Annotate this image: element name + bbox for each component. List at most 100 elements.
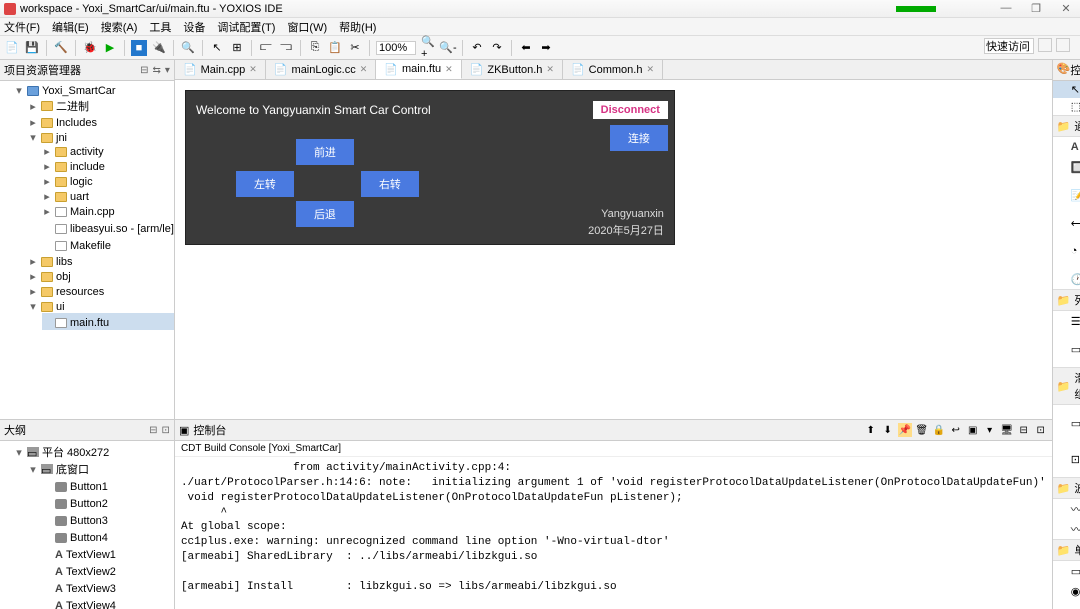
zoom-in-icon[interactable]: 🔍+ xyxy=(420,40,436,56)
tree-item[interactable]: libs xyxy=(56,256,73,268)
tree-item[interactable]: libeasyui.so - [arm/le] xyxy=(70,223,174,235)
palette-progress[interactable]: ◔圆形进度条 xyxy=(1053,233,1080,269)
minimize-button[interactable]: — xyxy=(996,2,1016,15)
align-right-icon[interactable]: ⫎ xyxy=(278,40,294,56)
menu-tools[interactable]: 工具 xyxy=(149,19,171,35)
palette-list[interactable]: ☰列表 xyxy=(1053,311,1080,331)
tree-item[interactable]: 二进制 xyxy=(56,98,89,114)
outline-tree[interactable]: ▾▭平台 480x272 ▾▭底窗口 Button1Button2Button3… xyxy=(0,441,174,609)
outline-window[interactable]: 底窗口 xyxy=(56,461,89,477)
close-button[interactable]: ✕ xyxy=(1056,2,1076,15)
palette-radio[interactable]: ▭单选组 xyxy=(1053,561,1080,581)
palette-wave[interactable]: 〰波形 xyxy=(1053,519,1080,539)
cursor-icon[interactable]: ↖ xyxy=(209,40,225,56)
menu-debug[interactable]: 调试配置(T) xyxy=(217,19,275,35)
build-icon[interactable]: 🔨 xyxy=(53,40,69,56)
console-max-icon[interactable]: ⊡ xyxy=(1034,423,1048,437)
palette-group-wave[interactable]: 📁波形图 xyxy=(1053,477,1080,499)
close-tab-icon[interactable]: ✕ xyxy=(249,64,257,75)
palette-wavechart[interactable]: 〰波形图 xyxy=(1053,499,1080,519)
palette-listsub[interactable]: ▭列表子项 xyxy=(1053,331,1080,367)
save-icon[interactable]: 💾 xyxy=(24,40,40,56)
console-new-icon[interactable]: ▾ xyxy=(983,423,997,437)
tree-item[interactable]: Includes xyxy=(56,117,97,129)
console-display-icon[interactable]: 🖥 xyxy=(1000,423,1014,437)
forward-button[interactable]: 前进 xyxy=(296,139,354,165)
console-down-icon[interactable]: ⬇ xyxy=(881,423,895,437)
close-tab-icon[interactable]: ✕ xyxy=(445,64,453,75)
editor-tab[interactable]: 📄mainLogic.cc✕ xyxy=(266,60,376,79)
palette-option[interactable]: ◉选项 xyxy=(1053,581,1080,601)
tree-item[interactable]: resources xyxy=(56,286,104,298)
grid-icon[interactable]: ⊞ xyxy=(229,40,245,56)
tree-item[interactable]: uart xyxy=(70,191,89,203)
palette-group-radio[interactable]: 📁单选组 xyxy=(1053,539,1080,561)
outline-item[interactable]: Button2 xyxy=(70,498,108,510)
menu-edit[interactable]: 编辑(E) xyxy=(52,19,89,35)
debug-icon[interactable]: 🐞 xyxy=(82,40,98,56)
palette-marquee[interactable]: ⬚Marquee xyxy=(1053,98,1080,115)
palette-scrollicon[interactable]: ⊡滑动窗口图标 xyxy=(1053,441,1080,477)
outline-item[interactable]: TextView2 xyxy=(66,566,116,578)
left-button[interactable]: 左转 xyxy=(236,171,294,197)
outline-min-icon[interactable]: ⊟ xyxy=(149,425,157,436)
outline-item[interactable]: TextView4 xyxy=(66,600,116,609)
palette-group-scroll[interactable]: 📁滑动窗口组 xyxy=(1053,367,1080,405)
palette-meter[interactable]: 🕐仪表 xyxy=(1053,269,1080,289)
tree-item[interactable]: jni xyxy=(56,132,67,144)
palette-button[interactable]: 🔲按键 xyxy=(1053,157,1080,177)
undo-icon[interactable]: ↶ xyxy=(469,40,485,56)
quick-access-input[interactable] xyxy=(984,38,1034,54)
outline-item[interactable]: Button3 xyxy=(70,515,108,527)
canvas[interactable]: Welcome to Yangyuanxin Smart Car Control… xyxy=(175,80,1052,419)
perspective-button-2[interactable] xyxy=(1056,38,1070,52)
right-button[interactable]: 右转 xyxy=(361,171,419,197)
console-pin-icon[interactable]: 📌 xyxy=(898,423,912,437)
editor-tab[interactable]: 📄main.ftu✕ xyxy=(376,60,461,79)
console-terminal-icon[interactable]: ▣ xyxy=(966,423,980,437)
outline-max-icon[interactable]: ⊡ xyxy=(162,425,170,436)
palette-group-list[interactable]: 📁列表组 xyxy=(1053,289,1080,311)
link-icon[interactable]: ⇆ xyxy=(153,65,161,76)
outline-item[interactable]: TextView1 xyxy=(66,549,116,561)
delete-icon[interactable]: ✂ xyxy=(347,40,363,56)
preview-window[interactable]: Welcome to Yangyuanxin Smart Car Control… xyxy=(185,90,675,245)
tree-item[interactable]: ui xyxy=(56,301,65,313)
run-icon[interactable]: ▶ xyxy=(102,40,118,56)
tree-item[interactable]: include xyxy=(70,161,105,173)
project-tree[interactable]: ▾Yoxi_SmartCar ▸二进制 ▸Includes ▾jni ▸acti… xyxy=(0,81,174,419)
palette[interactable]: ↖Select ⬚Marquee 📁通用 A文本 🔲按键 📝编辑/输入框 ⟷滑块… xyxy=(1053,81,1080,609)
menu-file[interactable]: 文件(F) xyxy=(4,19,40,35)
console-output[interactable]: from activity/mainActivity.cpp:4: ./uart… xyxy=(175,457,1052,609)
menu-icon[interactable]: ▾ xyxy=(165,65,170,76)
paste-icon[interactable]: 📋 xyxy=(327,40,343,56)
palette-scrollmain[interactable]: ▭滑动主窗口 xyxy=(1053,405,1080,441)
console-up-icon[interactable]: ⬆ xyxy=(864,423,878,437)
collapse-icon[interactable]: ⊟ xyxy=(140,65,148,76)
stop-icon[interactable]: ■ xyxy=(131,40,147,56)
tree-item[interactable]: Main.cpp xyxy=(70,206,115,218)
palette-group-general[interactable]: 📁通用 xyxy=(1053,115,1080,137)
zoom-out-icon[interactable]: 🔍- xyxy=(440,40,456,56)
perspective-button[interactable] xyxy=(1038,38,1052,52)
outline-root[interactable]: 平台 480x272 xyxy=(42,444,109,460)
tree-item-selected[interactable]: main.ftu xyxy=(70,317,109,329)
maximize-button[interactable]: ❐ xyxy=(1026,2,1046,15)
connect-button[interactable]: 连接 xyxy=(610,125,668,151)
palette-select[interactable]: ↖Select xyxy=(1053,81,1080,98)
editor-tab[interactable]: 📄Main.cpp✕ xyxy=(175,60,266,79)
connect-icon[interactable]: 🔌 xyxy=(151,40,167,56)
console-wrap-icon[interactable]: ↩ xyxy=(949,423,963,437)
close-tab-icon[interactable]: ✕ xyxy=(546,64,554,75)
close-tab-icon[interactable]: ✕ xyxy=(646,64,654,75)
tree-item[interactable]: activity xyxy=(70,146,104,158)
palette-text[interactable]: A文本 xyxy=(1053,137,1080,157)
outline-item[interactable]: Button4 xyxy=(70,532,108,544)
menu-search[interactable]: 搜索(A) xyxy=(101,19,138,35)
menu-device[interactable]: 设备 xyxy=(183,19,205,35)
tree-item[interactable]: logic xyxy=(70,176,93,188)
editor-tab[interactable]: 📄Common.h✕ xyxy=(563,60,663,79)
console-clear-icon[interactable]: 🗑 xyxy=(915,423,929,437)
outline-item[interactable]: Button1 xyxy=(70,481,108,493)
search-icon[interactable]: 🔍 xyxy=(180,40,196,56)
